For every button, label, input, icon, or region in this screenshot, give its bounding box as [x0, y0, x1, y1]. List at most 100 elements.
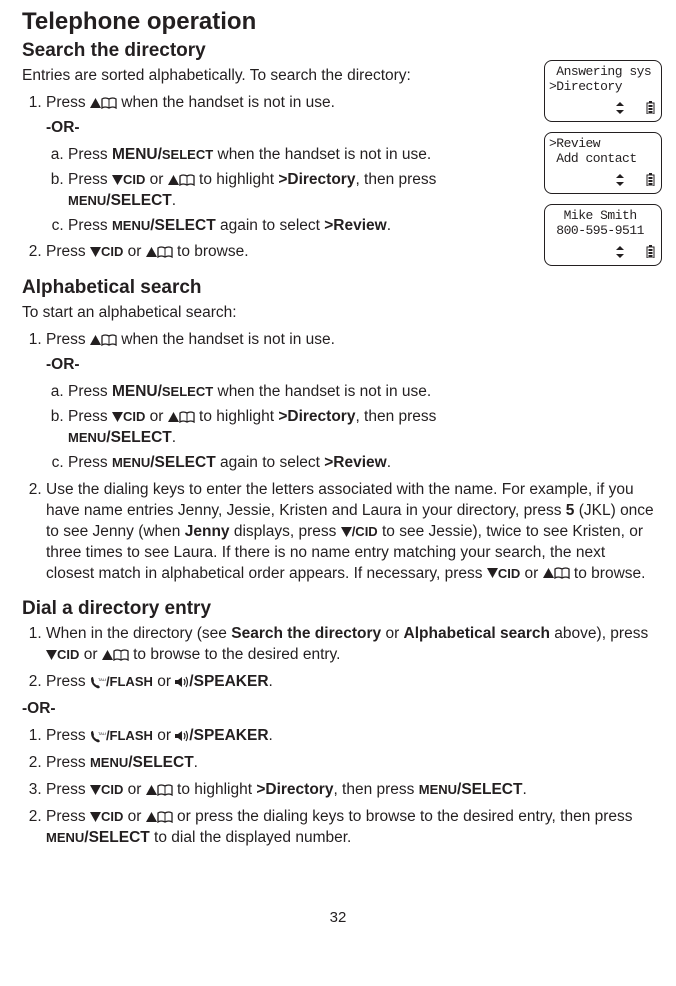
- d2-c: .: [269, 673, 273, 690]
- aa-pre: Press: [68, 383, 112, 400]
- up-arrow-icon: [543, 568, 554, 578]
- phonebook-icon: [113, 649, 129, 661]
- a2-cid2: CID: [498, 566, 520, 581]
- updown-icon: [615, 174, 625, 190]
- dial-step3: Press TALK/FLASH or /SPEAKER.: [46, 726, 654, 747]
- sd-c-select: /SELECT: [150, 217, 215, 234]
- up-arrow-icon: [90, 98, 101, 108]
- d1-b: Search the directory: [231, 625, 381, 642]
- sd-or: -OR-: [46, 118, 466, 139]
- sd-a-menu: MENU/: [112, 146, 162, 163]
- alpha-or: -OR-: [46, 355, 476, 376]
- alpha-c: Press MENU/SELECT again to select >Revie…: [68, 453, 476, 474]
- sd2-post: to browse.: [173, 243, 249, 260]
- a2-or: or: [520, 565, 542, 582]
- ac-select: /SELECT: [150, 454, 215, 471]
- d6-cid: CID: [101, 809, 123, 824]
- sd-b-menu: MENU: [68, 193, 106, 208]
- d5-e: .: [522, 781, 526, 798]
- down-arrow-icon: [90, 785, 101, 795]
- alpha-intro: To start an alphabetical search:: [22, 303, 452, 324]
- d5-b: or: [123, 781, 145, 798]
- phonebook-icon: [157, 811, 173, 823]
- a2-e: to browse.: [570, 565, 646, 582]
- sd-b-mid: or: [145, 171, 167, 188]
- ab-period: .: [172, 429, 176, 446]
- aa-post: when the handset is not in use.: [213, 383, 431, 400]
- up-arrow-icon: [168, 412, 179, 422]
- ac-pre: Press: [68, 454, 112, 471]
- sd-a: Press MENU/SELECT when the handset is no…: [68, 145, 466, 166]
- a2-a: Use the dialing keys to enter the letter…: [46, 481, 634, 519]
- battery-icon: [646, 246, 655, 261]
- sd-b-then: , then press: [355, 171, 436, 188]
- alpha-step1: Press when the handset is not in use. -O…: [46, 330, 476, 474]
- alpha-heading: Alphabetical search: [22, 277, 654, 299]
- sd-a-post: when the handset is not in use.: [213, 146, 431, 163]
- d1-f: or: [79, 646, 101, 663]
- d4-a: Press: [46, 754, 90, 771]
- d1-a: When in the directory (see: [46, 625, 231, 642]
- d3-b: or: [153, 727, 175, 744]
- down-arrow-icon: [90, 812, 101, 822]
- dial-heading: Dial a directory entry: [22, 598, 654, 620]
- ab-select: /SELECT: [106, 429, 171, 446]
- down-arrow-icon: [112, 412, 123, 422]
- ac-again: again to select: [216, 454, 325, 471]
- alpha-b: Press CID or to highlight >Directory, th…: [68, 407, 476, 449]
- d1-e: above), press: [550, 625, 648, 642]
- sd-c-review: >Review: [324, 217, 386, 234]
- updown-icon: [615, 246, 625, 262]
- alpha-a: Press MENU/SELECT when the handset is no…: [68, 382, 476, 403]
- down-arrow-icon: [341, 527, 352, 537]
- aa-select: SELECT: [162, 384, 213, 399]
- down-arrow-icon: [487, 568, 498, 578]
- search-directory-heading: Search the directory: [22, 40, 654, 62]
- d6-menu: MENU: [46, 830, 84, 845]
- up-arrow-icon: [90, 335, 101, 345]
- speaker-icon: [175, 676, 189, 688]
- sd-b-select: /SELECT: [106, 192, 171, 209]
- talk-icon: TALK: [90, 730, 106, 743]
- d3-talk: /FLASH: [106, 728, 153, 743]
- sd-step1: Press when the handset is not in use. -O…: [46, 93, 466, 237]
- d3-spk: /SPEAKER: [189, 727, 268, 744]
- alpha-step2: Use the dialing keys to enter the letter…: [46, 480, 654, 585]
- down-arrow-icon: [112, 175, 123, 185]
- d4-select: /SELECT: [128, 754, 193, 771]
- a2-c: displays, press: [230, 523, 341, 540]
- sd-step2: Press CID or to browse.: [46, 242, 466, 263]
- d3-a: Press: [46, 727, 90, 744]
- lcd1-icons: [545, 101, 661, 118]
- phonebook-icon: [101, 334, 117, 346]
- lcd-screen-2: >Review Add contact: [544, 132, 662, 194]
- page-title: Telephone operation: [22, 8, 654, 36]
- sd-c-again: again to select: [216, 217, 325, 234]
- down-arrow-icon: [46, 650, 57, 660]
- dial-or: -OR-: [22, 699, 654, 720]
- updown-icon: [615, 102, 625, 118]
- lcd2-icons: [545, 173, 661, 190]
- ac-menu: MENU: [112, 455, 150, 470]
- ab-mid: or: [145, 408, 167, 425]
- sd2-or: or: [123, 243, 145, 260]
- svg-text:TALK: TALK: [98, 731, 106, 736]
- sd2-cid: CID: [101, 244, 123, 259]
- sd-c-period: .: [387, 217, 391, 234]
- sd-b: Press CID or to highlight >Directory, th…: [68, 170, 466, 212]
- d5-dir: >Directory: [256, 781, 333, 798]
- d1-c: or: [381, 625, 403, 642]
- ab-menu: MENU: [68, 430, 106, 445]
- sd-b-pre: Press: [68, 171, 112, 188]
- ac-review: >Review: [324, 454, 386, 471]
- svg-text:TALK: TALK: [98, 677, 106, 682]
- dial-step6: Press CID or or press the dialing keys t…: [46, 807, 654, 849]
- talk-icon: TALK: [90, 676, 106, 689]
- d5-select: /SELECT: [457, 781, 522, 798]
- d2-spk: /SPEAKER: [189, 673, 268, 690]
- sd-a-select: SELECT: [162, 147, 213, 162]
- sd-b-cid: CID: [123, 172, 145, 187]
- aa-menu: MENU/: [112, 383, 162, 400]
- d1-g: to browse to the desired entry.: [129, 646, 341, 663]
- dial-step1: When in the directory (see Search the di…: [46, 624, 654, 666]
